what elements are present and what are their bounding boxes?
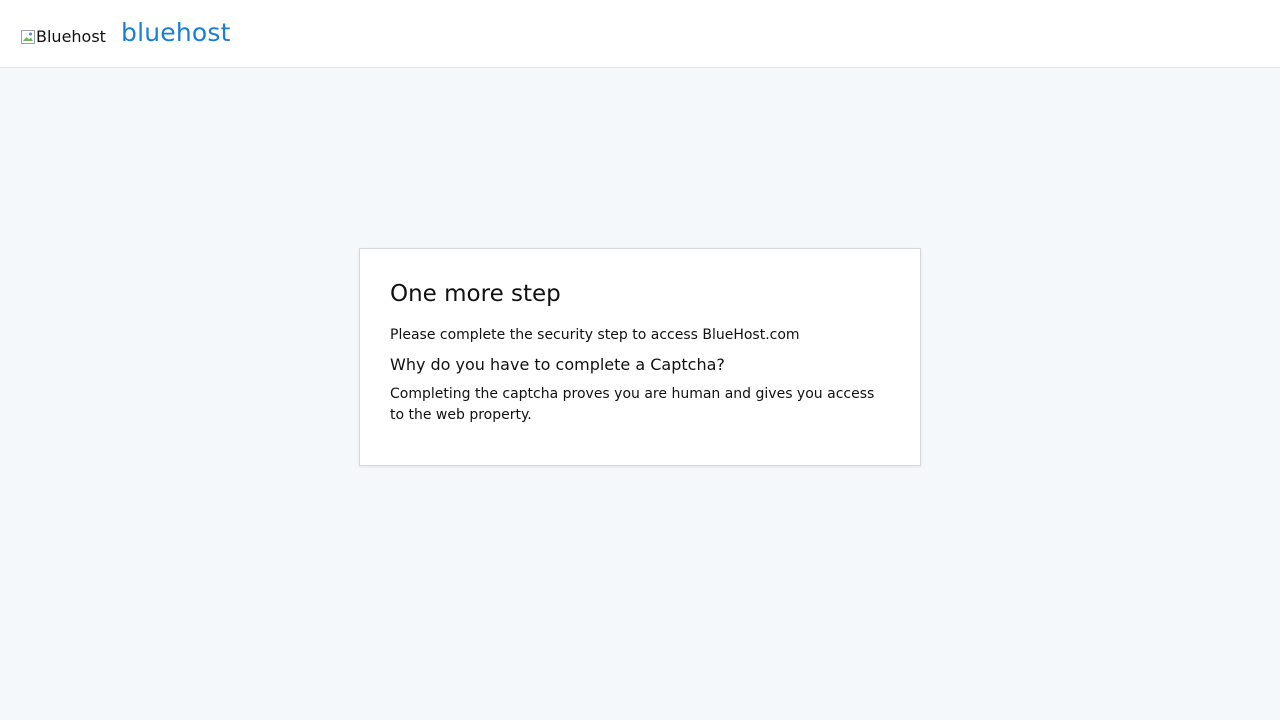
logo-image[interactable]: Bluehost — [20, 28, 106, 46]
page-title: One more step — [390, 281, 561, 307]
captcha-question-heading: Why do you have to complete a Captcha? — [390, 355, 725, 374]
site-header: Bluehost bluehost — [0, 0, 1280, 68]
captcha-explanation: Completing the captcha proves you are hu… — [390, 386, 875, 423]
intro-text: Please complete the security step to acc… — [390, 327, 800, 343]
brand-link[interactable]: bluehost — [121, 18, 231, 48]
logo-alt-text: Bluehost — [36, 27, 106, 46]
captcha-card: One more step Please complete the securi… — [359, 248, 921, 466]
broken-image-icon — [20, 29, 36, 45]
